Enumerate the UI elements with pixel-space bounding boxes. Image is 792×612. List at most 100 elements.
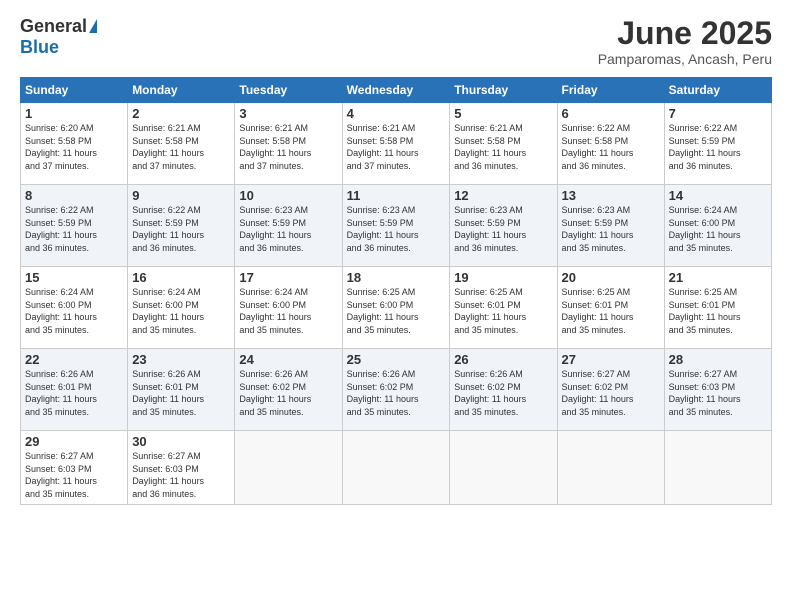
day-info: Sunrise: 6:26 AM Sunset: 6:02 PM Dayligh… [347,368,446,418]
day-info: Sunrise: 6:22 AM Sunset: 5:59 PM Dayligh… [669,122,767,172]
day-info: Sunrise: 6:24 AM Sunset: 6:00 PM Dayligh… [132,286,230,336]
day-cell: 19 Sunrise: 6:25 AM Sunset: 6:01 PM Dayl… [450,267,557,349]
day-cell: 5 Sunrise: 6:21 AM Sunset: 5:58 PM Dayli… [450,103,557,185]
day-cell: 28 Sunrise: 6:27 AM Sunset: 6:03 PM Dayl… [664,349,771,431]
day-number: 8 [25,188,123,203]
day-info: Sunrise: 6:21 AM Sunset: 5:58 PM Dayligh… [239,122,337,172]
day-info: Sunrise: 6:23 AM Sunset: 5:59 PM Dayligh… [454,204,552,254]
day-info: Sunrise: 6:21 AM Sunset: 5:58 PM Dayligh… [454,122,552,172]
day-info: Sunrise: 6:22 AM Sunset: 5:59 PM Dayligh… [132,204,230,254]
day-info: Sunrise: 6:22 AM Sunset: 5:58 PM Dayligh… [562,122,660,172]
day-number: 3 [239,106,337,121]
logo-triangle-icon [89,19,97,33]
day-cell: 11 Sunrise: 6:23 AM Sunset: 5:59 PM Dayl… [342,185,450,267]
header-sunday: Sunday [21,78,128,103]
day-number: 13 [562,188,660,203]
header: General Blue June 2025 Pamparomas, Ancas… [20,16,772,67]
day-cell: 13 Sunrise: 6:23 AM Sunset: 5:59 PM Dayl… [557,185,664,267]
day-info: Sunrise: 6:24 AM Sunset: 6:00 PM Dayligh… [669,204,767,254]
header-saturday: Saturday [664,78,771,103]
day-info: Sunrise: 6:23 AM Sunset: 5:59 PM Dayligh… [562,204,660,254]
day-cell: 12 Sunrise: 6:23 AM Sunset: 5:59 PM Dayl… [450,185,557,267]
day-info: Sunrise: 6:21 AM Sunset: 5:58 PM Dayligh… [347,122,446,172]
day-cell: 14 Sunrise: 6:24 AM Sunset: 6:00 PM Dayl… [664,185,771,267]
header-thursday: Thursday [450,78,557,103]
day-number: 29 [25,434,123,449]
empty-cell [450,431,557,504]
day-number: 4 [347,106,446,121]
day-cell: 18 Sunrise: 6:25 AM Sunset: 6:00 PM Dayl… [342,267,450,349]
day-number: 1 [25,106,123,121]
day-info: Sunrise: 6:27 AM Sunset: 6:03 PM Dayligh… [132,450,230,500]
day-number: 14 [669,188,767,203]
day-number: 7 [669,106,767,121]
day-number: 24 [239,352,337,367]
day-info: Sunrise: 6:26 AM Sunset: 6:02 PM Dayligh… [454,368,552,418]
day-cell: 29 Sunrise: 6:27 AM Sunset: 6:03 PM Dayl… [21,431,128,504]
day-cell: 2 Sunrise: 6:21 AM Sunset: 5:58 PM Dayli… [128,103,235,185]
day-cell: 30 Sunrise: 6:27 AM Sunset: 6:03 PM Dayl… [128,431,235,504]
day-info: Sunrise: 6:27 AM Sunset: 6:03 PM Dayligh… [669,368,767,418]
day-number: 20 [562,270,660,285]
empty-cell [664,431,771,504]
day-number: 5 [454,106,552,121]
header-monday: Monday [128,78,235,103]
logo-blue: Blue [20,37,59,58]
day-info: Sunrise: 6:23 AM Sunset: 5:59 PM Dayligh… [239,204,337,254]
day-info: Sunrise: 6:21 AM Sunset: 5:58 PM Dayligh… [132,122,230,172]
day-number: 10 [239,188,337,203]
empty-cell [342,431,450,504]
day-cell: 9 Sunrise: 6:22 AM Sunset: 5:59 PM Dayli… [128,185,235,267]
day-cell: 17 Sunrise: 6:24 AM Sunset: 6:00 PM Dayl… [235,267,342,349]
day-number: 18 [347,270,446,285]
day-number: 26 [454,352,552,367]
page-subtitle: Pamparomas, Ancash, Peru [598,51,772,67]
page-title: June 2025 [598,16,772,51]
day-number: 12 [454,188,552,203]
title-section: June 2025 Pamparomas, Ancash, Peru [598,16,772,67]
day-info: Sunrise: 6:22 AM Sunset: 5:59 PM Dayligh… [25,204,123,254]
day-number: 28 [669,352,767,367]
day-info: Sunrise: 6:25 AM Sunset: 6:01 PM Dayligh… [669,286,767,336]
day-cell: 1 Sunrise: 6:20 AM Sunset: 5:58 PM Dayli… [21,103,128,185]
day-cell: 20 Sunrise: 6:25 AM Sunset: 6:01 PM Dayl… [557,267,664,349]
day-info: Sunrise: 6:23 AM Sunset: 5:59 PM Dayligh… [347,204,446,254]
day-number: 11 [347,188,446,203]
day-cell: 21 Sunrise: 6:25 AM Sunset: 6:01 PM Dayl… [664,267,771,349]
day-number: 23 [132,352,230,367]
day-info: Sunrise: 6:27 AM Sunset: 6:02 PM Dayligh… [562,368,660,418]
day-cell: 15 Sunrise: 6:24 AM Sunset: 6:00 PM Dayl… [21,267,128,349]
day-number: 25 [347,352,446,367]
day-info: Sunrise: 6:25 AM Sunset: 6:01 PM Dayligh… [562,286,660,336]
day-info: Sunrise: 6:26 AM Sunset: 6:01 PM Dayligh… [132,368,230,418]
day-number: 17 [239,270,337,285]
header-wednesday: Wednesday [342,78,450,103]
day-number: 16 [132,270,230,285]
day-cell: 27 Sunrise: 6:27 AM Sunset: 6:02 PM Dayl… [557,349,664,431]
day-cell: 25 Sunrise: 6:26 AM Sunset: 6:02 PM Dayl… [342,349,450,431]
day-cell: 10 Sunrise: 6:23 AM Sunset: 5:59 PM Dayl… [235,185,342,267]
calendar-header-row: Sunday Monday Tuesday Wednesday Thursday… [21,78,772,103]
calendar-table: Sunday Monday Tuesday Wednesday Thursday… [20,77,772,504]
day-info: Sunrise: 6:27 AM Sunset: 6:03 PM Dayligh… [25,450,123,500]
header-tuesday: Tuesday [235,78,342,103]
day-number: 6 [562,106,660,121]
day-number: 19 [454,270,552,285]
day-info: Sunrise: 6:25 AM Sunset: 6:00 PM Dayligh… [347,286,446,336]
day-number: 21 [669,270,767,285]
day-cell: 8 Sunrise: 6:22 AM Sunset: 5:59 PM Dayli… [21,185,128,267]
empty-cell [557,431,664,504]
day-number: 27 [562,352,660,367]
logo: General Blue [20,16,97,58]
day-cell: 6 Sunrise: 6:22 AM Sunset: 5:58 PM Dayli… [557,103,664,185]
day-info: Sunrise: 6:20 AM Sunset: 5:58 PM Dayligh… [25,122,123,172]
day-number: 30 [132,434,230,449]
logo-general: General [20,16,87,37]
day-number: 22 [25,352,123,367]
day-info: Sunrise: 6:24 AM Sunset: 6:00 PM Dayligh… [25,286,123,336]
day-number: 15 [25,270,123,285]
day-info: Sunrise: 6:25 AM Sunset: 6:01 PM Dayligh… [454,286,552,336]
day-cell: 16 Sunrise: 6:24 AM Sunset: 6:00 PM Dayl… [128,267,235,349]
day-cell: 24 Sunrise: 6:26 AM Sunset: 6:02 PM Dayl… [235,349,342,431]
day-cell: 23 Sunrise: 6:26 AM Sunset: 6:01 PM Dayl… [128,349,235,431]
